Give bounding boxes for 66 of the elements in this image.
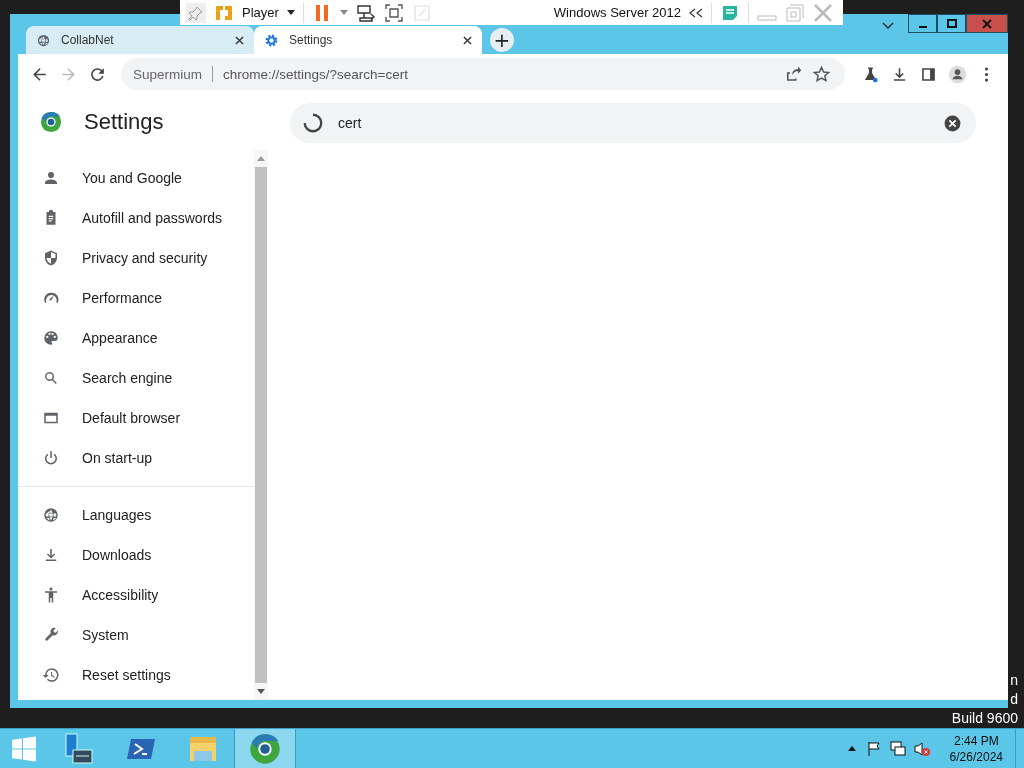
sidebar-item[interactable]: You and Google [18,158,254,198]
settings-title: Settings [84,109,164,135]
chevron-down-icon[interactable] [882,22,894,30]
address-bar[interactable]: Supermium chrome://settings/?search=cert [121,58,845,90]
fullscreen-icon[interactable] [383,2,404,23]
desktop-watermark-text: Build 9600 [951,709,1018,728]
bookmark-star-icon[interactable] [812,64,831,84]
browser-tab[interactable]: Settings [254,26,482,54]
sidebar-item[interactable]: Accessibility [18,575,254,615]
profile-avatar-icon[interactable] [948,64,967,84]
scroll-up-icon[interactable] [257,156,265,161]
clear-search-icon[interactable] [943,113,962,133]
sidebar-item[interactable]: Appearance [18,318,254,358]
palette-icon [42,329,60,347]
flag-icon[interactable] [865,740,882,757]
double-chevron-left-icon[interactable] [689,7,703,18]
wrench-icon [42,626,60,644]
pin-icon[interactable] [186,2,206,23]
minimize-icon [918,25,927,28]
sidebar-item[interactable]: Reset settings [18,655,254,695]
history-icon [42,666,60,684]
sidebar-item[interactable]: System [18,615,254,655]
scrollbar[interactable] [254,150,268,700]
sidebar-item[interactable]: Default browser [18,398,254,438]
vm-name: Windows Server 2012 [553,5,681,20]
person-icon [42,169,60,187]
browser-tab[interactable]: CollabNet [26,26,254,54]
network-computers-icon[interactable] [355,2,376,23]
browser-logo-icon [40,111,62,133]
sidebar-item[interactable]: On start-up [18,438,254,478]
network-icon[interactable] [889,740,906,757]
power-icon [42,449,60,467]
windows-logo-icon [11,735,37,762]
show-hidden-icons-icon[interactable] [847,746,856,751]
close-button[interactable] [966,14,1008,33]
scroll-down-icon[interactable] [257,689,265,694]
sidebar-item[interactable]: Performance [18,278,254,318]
gear-icon [264,32,279,48]
globe-icon [36,32,51,48]
sidebar-item[interactable]: Autofill and passwords [18,198,254,238]
maximize-icon [946,18,957,29]
maximize-button[interactable] [937,14,966,33]
accessibility-icon [42,586,60,604]
close-icon[interactable] [235,35,244,45]
sidebar-item[interactable]: Downloads [18,535,254,575]
close-icon[interactable] [463,35,472,45]
desktop-watermark-text: n [1010,671,1018,690]
clock[interactable]: 2:44 PM 6/26/2024 [949,732,1003,765]
clock-time: 2:44 PM [953,732,999,749]
sidebar-item[interactable]: Languages [18,495,254,535]
clock-date: 6/26/2024 [949,748,1003,765]
desktop-watermark-text: d [1010,690,1018,709]
new-tab-button[interactable]: + [490,28,514,52]
player-menu[interactable]: Player [242,5,279,20]
sidebar-item[interactable]: Search engine [18,358,254,398]
shield-icon [42,249,60,267]
browser-logo-icon [249,732,281,765]
close-icon [982,18,992,29]
server-toolbox-icon [63,732,95,765]
taskbar-app[interactable] [234,729,296,768]
sidebar-item[interactable]: Privacy and security [18,238,254,278]
search-field[interactable]: cert [290,103,976,143]
globe-icon [42,506,60,524]
minimize-button[interactable] [908,14,937,33]
speaker-muted-icon[interactable] [913,740,930,757]
search-input[interactable]: cert [336,114,931,132]
